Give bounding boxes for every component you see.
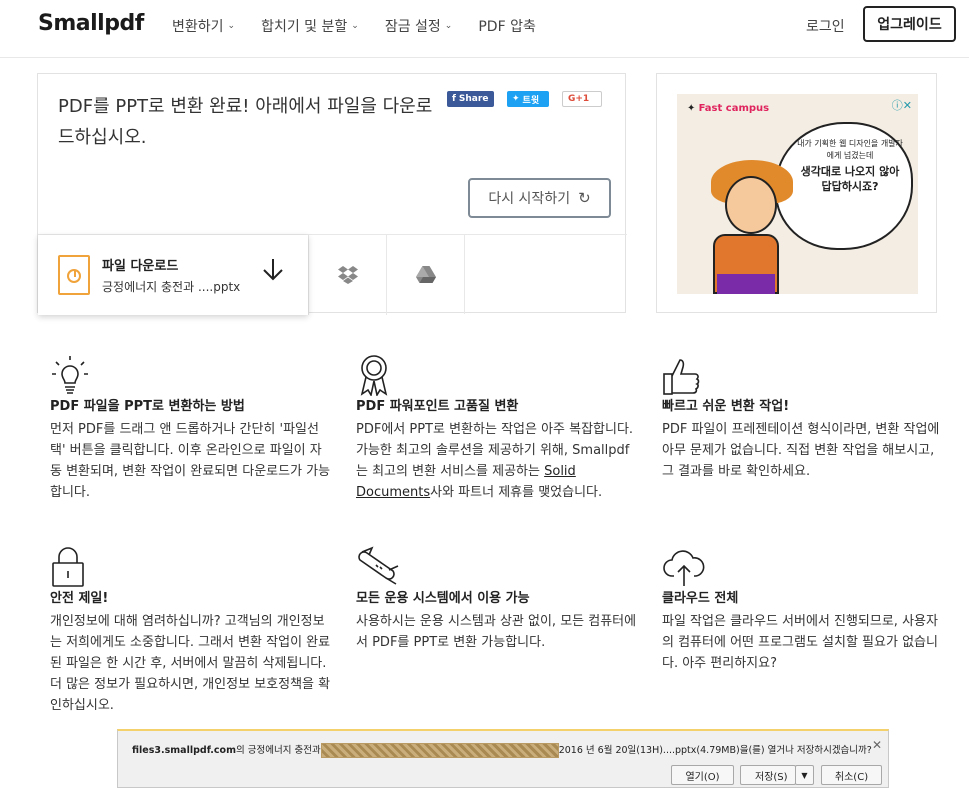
restart-button[interactable]: 다시 시작하기 ↻ — [468, 178, 611, 218]
ad-illustration-face — [725, 176, 777, 234]
download-size: (4.79MB) — [696, 745, 740, 756]
chevron-down-icon: ▼ — [801, 770, 808, 780]
feature-body: 개인정보에 대해 염려하십니까? 고객님의 개인정보는 저희에게도 소중합니다.… — [50, 614, 331, 713]
save-options-dropdown[interactable]: ▼ — [795, 765, 814, 785]
download-file-button[interactable]: 파일 다운로드 긍정에너지 충전과 ....pptx — [38, 235, 308, 315]
download-prompt: files3.smallpdf.com의 긍정에너지 충전과 2016 년 6월 … — [132, 742, 872, 758]
smallpdf-logo[interactable]: Smallpdf — [38, 11, 144, 36]
twitter-icon: ✦ — [512, 94, 520, 104]
ad-illustration-legs — [717, 274, 775, 294]
feature-body: PDF 파일이 프레젠테이션 형식이라면, 변환 작업에 아무 문제가 없습니다… — [662, 422, 940, 479]
feature-title: 클라우드 전체 — [662, 591, 739, 606]
download-filename: 긍정에너지 충전과 ....pptx — [102, 280, 241, 294]
save-button[interactable]: 저장(S) — [740, 765, 796, 785]
swiss-knife-icon — [356, 544, 638, 588]
feature-body: 사용하시는 운용 시스템과 상관 없이, 모든 컴퓨터에서 PDF를 PPT로 … — [356, 614, 637, 650]
google-drive-icon — [415, 266, 436, 283]
restart-label: 다시 시작하기 — [488, 191, 571, 207]
feature-fast: 빠르고 쉬운 변환 작업! PDF 파일이 프레젠테이션 형식이라면, 변환 작… — [662, 352, 944, 482]
ad-choices-icon[interactable]: ⓘ✕ — [892, 97, 912, 113]
ad-brand: ✦ Fast campus — [687, 103, 770, 114]
feature-body-text: 사와 파트너 제휴를 맺었습니다. — [430, 485, 603, 500]
top-header: Smallpdf 변환하기 ⌄ 합치기 및 분할 ⌄ 잠금 설정 ⌄ PDF 압축 로… — [0, 0, 969, 58]
thumbs-up-icon — [662, 352, 944, 396]
chevron-down-icon: ⌄ — [444, 21, 453, 31]
feature-quality: PDF 파워포인트 고품질 변환 PDF에서 PPT로 변환하는 작업은 아주 … — [356, 352, 638, 503]
feature-cloud: 클라우드 전체 파일 작업은 클라우드 서버에서 진행되므로, 사용자의 컴퓨터… — [662, 544, 944, 674]
advertisement[interactable]: ✦ Fast campus ⓘ✕ 내가 기획한 웹 디자인을 개발자에게 넘겼는… — [656, 73, 937, 313]
ad-creative[interactable]: ✦ Fast campus ⓘ✕ 내가 기획한 웹 디자인을 개발자에게 넘겼는… — [677, 94, 918, 294]
google-plus-label: G+1 — [568, 94, 590, 104]
chevron-down-icon: ⌄ — [227, 21, 236, 31]
nav-lock[interactable]: 잠금 설정 ⌄ — [385, 16, 453, 36]
twitter-share-button[interactable]: ✦ 트윗 — [507, 91, 549, 107]
upgrade-button[interactable]: 업그레이드 — [863, 6, 956, 42]
feature-body: 파일 작업은 클라우드 서버에서 진행되므로, 사용자의 컴퓨터에 어떤 프로그… — [662, 614, 938, 671]
facebook-label: Share — [458, 94, 489, 104]
feature-title: 모든 운용 시스템에서 이용 가능 — [356, 591, 530, 606]
nav-label: 잠금 설정 — [384, 19, 441, 35]
nav-merge-split[interactable]: 합치기 및 분할 ⌄ — [261, 16, 359, 36]
google-drive-button[interactable] — [386, 235, 464, 315]
nav-label: 변환하기 — [172, 19, 224, 35]
nav-convert[interactable]: 변환하기 ⌄ — [172, 16, 235, 36]
login-link[interactable]: 로그인 — [806, 16, 845, 36]
ad-brand-name: Fast campus — [698, 103, 770, 114]
nav-compress[interactable]: PDF 압축 — [478, 16, 536, 36]
download-question: 을(를) 열거나 저장하시겠습니까? — [739, 745, 872, 756]
browser-download-bar: files3.smallpdf.com의 긍정에너지 충전과 2016 년 6월 … — [117, 729, 889, 788]
feature-body-text: PDF에서 PPT로 변환하는 작업은 아주 복잡합니다. 가능한 최고의 솔루… — [356, 422, 634, 479]
feature-body: PDF에서 PPT로 변환하는 작업은 아주 복잡합니다. 가능한 최고의 솔루… — [356, 419, 638, 503]
pptx-file-icon — [58, 255, 90, 295]
facebook-share-button[interactable]: f Share — [447, 91, 494, 107]
nav-label: PDF 압축 — [478, 19, 536, 35]
google-plus-button[interactable]: G+1 — [562, 91, 602, 107]
cloud-upload-icon — [662, 544, 944, 588]
feature-title: PDF 파워포인트 고품질 변환 — [356, 399, 519, 414]
feature-title: 안전 제일! — [50, 591, 109, 606]
lock-icon — [50, 544, 332, 588]
cancel-button[interactable]: 취소(C) — [821, 765, 882, 785]
open-button[interactable]: 열기(O) — [671, 765, 734, 785]
chevron-down-icon: ⌄ — [351, 21, 359, 31]
close-icon[interactable]: ✕ — [872, 738, 882, 752]
download-prompt-post: 2016 년 6월 20일(13H)....pptx — [558, 745, 697, 756]
download-title: 파일 다운로드 — [102, 259, 179, 274]
refresh-icon: ↻ — [578, 189, 591, 207]
twitter-label: 트윗 — [522, 95, 540, 106]
download-host: files3.smallpdf.com — [132, 745, 236, 756]
feature-how-to: PDF 파일을 PPT로 변환하는 방법 먼저 PDF를 드래그 앤 드롭하거나… — [50, 352, 332, 503]
main-nav: 변환하기 ⌄ 합치기 및 분할 ⌄ 잠금 설정 ⌄ PDF 압축 — [172, 16, 562, 36]
dropbox-button[interactable] — [308, 235, 386, 315]
feature-security: 안전 제일! 개인정보에 대해 염려하십니까? 고객님의 개인정보는 저희에게도… — [50, 544, 332, 716]
lightbulb-icon — [50, 352, 332, 396]
feature-title: 빠르고 쉬운 변환 작업! — [662, 399, 790, 414]
result-card: PDF를 PPT로 변환 완료! 아래에서 파일을 다운로드하십시오. f Sha… — [37, 73, 627, 315]
nav-label: 합치기 및 분할 — [261, 19, 348, 35]
award-ribbon-icon — [356, 352, 638, 396]
actions-spacer — [464, 235, 627, 314]
facebook-icon: f — [452, 94, 456, 104]
download-arrow-icon — [260, 257, 286, 289]
ad-subtext: 내가 기획한 웹 디자인을 개발자에게 넘겼는데 — [797, 139, 903, 160]
download-actions: 파일 다운로드 긍정에너지 충전과 ....pptx — [38, 234, 627, 315]
feature-title: PDF 파일을 PPT로 변환하는 방법 — [50, 399, 245, 414]
feature-all-os: 모든 운용 시스템에서 이용 가능 사용하시는 운용 시스템과 상관 없이, 모… — [356, 544, 638, 653]
ad-headline: 생각대로 나오지 않아 답답하시죠? — [800, 165, 900, 193]
result-message: PDF를 PPT로 변환 완료! 아래에서 파일을 다운로드하십시오. — [58, 96, 433, 148]
download-prompt-pre: 의 긍정에너지 충전과 — [235, 745, 321, 756]
redacted-filename — [320, 743, 559, 758]
dropbox-icon — [337, 266, 358, 284]
feature-body: 먼저 PDF를 드래그 앤 드롭하거나 간단히 '파일선택' 버튼을 클릭합니다… — [50, 422, 331, 500]
